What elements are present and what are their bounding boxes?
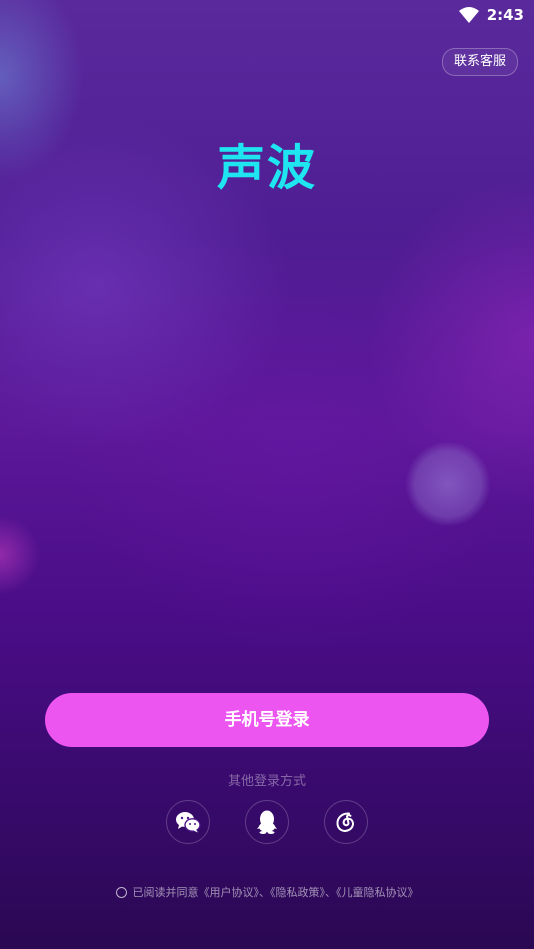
background-bokeh <box>0 515 40 595</box>
customer-service-button[interactable]: 联系客服 <box>441 48 518 76</box>
status-bar: 2:43 <box>0 0 534 30</box>
app-logo: 声波 <box>0 128 534 198</box>
qq-icon <box>257 810 277 834</box>
background-bokeh <box>406 442 490 526</box>
other-login-label: 其他登录方式 <box>227 774 306 789</box>
netease-music-login-button[interactable] <box>324 800 368 844</box>
status-time: 2:43 <box>486 6 524 24</box>
wifi-icon <box>458 7 479 23</box>
phone-login-button[interactable]: 手机号登录 <box>45 693 489 747</box>
agree-checkbox[interactable] <box>115 886 127 898</box>
agreement-row: 已阅读并同意《用户协议》、《隐私政策》、《儿童隐私协议》 <box>0 884 534 900</box>
agreement-text[interactable]: 已阅读并同意《用户协议》、《隐私政策》、《儿童隐私协议》 <box>133 884 419 900</box>
wechat-login-button[interactable] <box>166 800 210 844</box>
login-screen: 2:43 联系客服 声波 手机号登录 其他登录方式 已阅读并同意《用户协议》、《… <box>0 0 534 949</box>
netease-music-icon <box>336 812 354 832</box>
social-login-row <box>0 800 534 844</box>
wechat-icon <box>176 812 201 833</box>
qq-login-button[interactable] <box>245 800 289 844</box>
logo-text: 声波 <box>216 140 317 196</box>
